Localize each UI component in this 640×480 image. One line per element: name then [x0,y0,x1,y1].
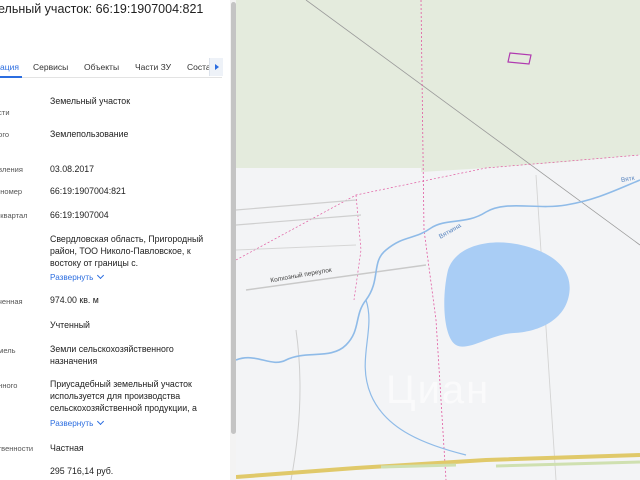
chevron-right-icon [214,64,219,70]
tab-parcel-parts[interactable]: Части ЗУ [135,62,171,72]
value-cadastral-quarter: 66:19:1907004 [50,210,109,220]
chevron-down-icon [97,271,105,280]
road [236,244,357,251]
tab-bar: ация Сервисы Объекты Части ЗУ Соста [0,56,222,78]
field-strip [495,460,640,468]
label-permitted-use: енного [0,381,18,390]
chevron-down-icon [97,417,105,426]
value-registration-date: 03.08.2017 [50,164,95,174]
value-cadastral-number: 66:19:1907004:821 [50,186,126,196]
value-object-type: Земельный участок [50,96,131,106]
road [236,199,357,211]
label-property-type: ного [0,130,10,139]
label-ownership: ственности [0,444,34,453]
info-panel: ельный участок: 66:19:1907004:821 ация С… [0,0,236,480]
address-expand-link[interactable]: Развернуть [50,271,105,282]
page-title: ельный участок: 66:19:1907004:821 [0,2,204,16]
value-land-category: Земли сельскохозяйственного назначения [50,344,174,366]
value-area: 974.00 кв. м [50,295,99,305]
tab-objects[interactable]: Объекты [84,62,119,72]
value-property-type: Землепользование [50,129,129,139]
tab-information[interactable]: ация [0,62,19,72]
label-land-category: емель [0,346,16,355]
expand-link-label: Развернуть [50,419,94,428]
tab-composition[interactable]: Соста [187,62,211,72]
expand-link-label: Развернуть [50,273,94,282]
active-tab-indicator [0,76,22,78]
map-view[interactable]: Колхозный переулок Вяткина Вятк Циан [236,0,640,480]
tabs-scroll-right-button[interactable] [209,58,223,76]
lake [444,242,570,347]
value-ownership: Частная [50,443,84,453]
label-registration-date: овления [0,165,23,174]
value-permitted-use: Приусадебный земельный участок используе… [50,379,197,413]
permitted-use-expand-link[interactable]: Развернуть [50,417,105,428]
value-address: Свердловская область, Пригородный район,… [50,234,204,268]
agricultural-field [236,0,640,172]
road [236,214,362,226]
road [290,329,301,480]
watermark-logo: Циан [386,368,491,412]
boundary-line [353,194,362,301]
field-strip [380,463,457,469]
label-cadastral-number: й номер [0,187,23,196]
label-object-type-line2: ости [0,108,10,117]
value-status: Учтенный [50,320,90,330]
label-area: оченная [0,297,23,306]
value-cadastral-value: 295 716,14 руб. [50,466,114,476]
tab-services[interactable]: Сервисы [33,62,68,72]
label-cadastral-quarter: й квартал [0,211,28,220]
